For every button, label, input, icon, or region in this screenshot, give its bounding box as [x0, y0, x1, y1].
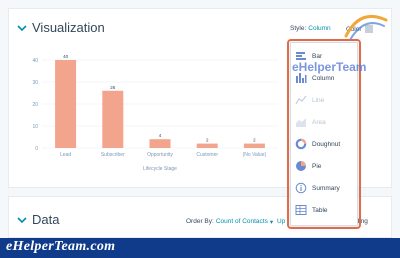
lifecycle-stage-bar-chart: 40 30 20 10 0 40 Lead 26 Subscriber 4 Opportunity 2…: [32, 54, 278, 172]
y-tick-label: 40: [32, 58, 38, 64]
bar: [102, 90, 124, 148]
brand-bar: eHelperTeam.com: [0, 238, 400, 258]
data-header[interactable]: Data: [16, 212, 59, 227]
data-label: 2: [253, 138, 256, 143]
sort-direction-label[interactable]: Up: [277, 218, 285, 225]
order-by-label: Order By:: [186, 218, 214, 225]
x-tick-label: Subscriber: [101, 152, 125, 158]
visualization-title: Visualization: [32, 20, 105, 35]
y-tick-label: 10: [32, 124, 38, 130]
bar: [55, 60, 77, 148]
style-label: Style:: [290, 25, 307, 32]
data-label: 4: [159, 133, 162, 138]
y-tick-label: 20: [32, 102, 38, 108]
style-value[interactable]: Column: [308, 25, 330, 32]
bar: [196, 143, 218, 148]
order-by-value[interactable]: Count of Contacts: [216, 218, 268, 226]
watermark-text: eHelperTeam: [292, 60, 367, 74]
order-by-selector[interactable]: Order By: Count of Contacts ▾: [186, 218, 273, 226]
y-tick-label: 0: [35, 146, 38, 152]
brand-text: eHelperTeam.com: [6, 239, 116, 254]
caret-down-icon: ▾: [269, 219, 274, 226]
data-label: 2: [206, 138, 209, 143]
visualization-header[interactable]: Visualization: [16, 20, 105, 35]
chevron-down-icon: [17, 216, 27, 223]
x-tick-label: Customer: [196, 152, 218, 158]
style-selector[interactable]: Style: Column: [290, 25, 331, 32]
x-tick-label: (No Value): [243, 152, 267, 158]
bar: [243, 143, 265, 148]
x-tick-label: Lead: [60, 152, 71, 158]
data-label: 26: [110, 85, 116, 90]
bar: [149, 139, 171, 148]
x-axis-label: Lifecycle Stage: [143, 166, 177, 172]
x-tick-label: Opportunity: [147, 152, 173, 158]
y-tick-label: 30: [32, 80, 38, 86]
chevron-down-icon: [17, 24, 27, 31]
data-title: Data: [32, 212, 60, 227]
data-label: 40: [63, 54, 69, 59]
